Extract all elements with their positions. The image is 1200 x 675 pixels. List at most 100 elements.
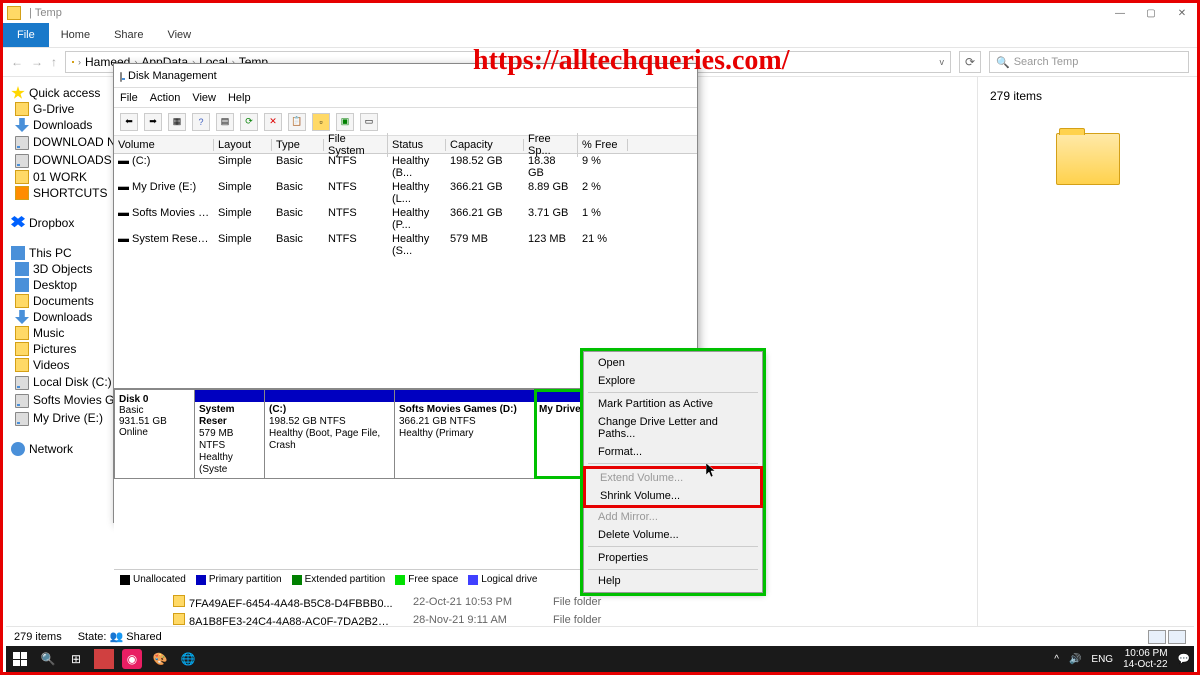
taskbar-app[interactable]: ◉ — [122, 649, 142, 669]
star-icon — [11, 86, 25, 100]
cursor-icon — [706, 463, 718, 479]
file-row[interactable]: 7FA49AEF-6454-4A48-B5C8-D4FBBB0...22-Oct… — [173, 593, 973, 611]
view-tab[interactable]: View — [155, 23, 203, 47]
ctx-delete-volume[interactable]: Delete Volume... — [584, 526, 762, 544]
icons-view-button[interactable] — [1168, 630, 1186, 644]
disk-info[interactable]: Disk 0 Basic 931.51 GB Online — [115, 390, 195, 478]
ctx-mark-active[interactable]: Mark Partition as Active — [584, 395, 762, 413]
ctx-extend-volume[interactable]: Extend Volume... — [586, 469, 760, 487]
window-title: Temp — [35, 7, 62, 19]
music-icon — [15, 326, 29, 340]
tray-chevron-icon[interactable]: ^ — [1054, 654, 1059, 665]
ctx-change-letter[interactable]: Change Drive Letter and Paths... — [584, 413, 762, 443]
share-tab[interactable]: Share — [102, 23, 155, 47]
ctx-explore[interactable]: Explore — [584, 372, 762, 390]
status-state: State: 👥 Shared — [78, 630, 162, 643]
ctx-help[interactable]: Help — [584, 572, 762, 590]
dm-menu-help[interactable]: Help — [228, 92, 251, 104]
dm-menu-view[interactable]: View — [192, 92, 216, 104]
desktop-icon — [15, 278, 29, 292]
pc-icon — [11, 246, 25, 260]
back-button[interactable]: ← — [11, 55, 23, 69]
partition-box[interactable]: (C:)198.52 GB NTFSHealthy (Boot, Page Fi… — [265, 390, 395, 478]
tool-icon[interactable]: ▣ — [336, 113, 354, 131]
partition-box[interactable]: System Reser579 MB NTFSHealthy (Syste — [195, 390, 265, 478]
up-button[interactable]: ↑ — [51, 55, 57, 69]
folder-icon — [7, 6, 21, 20]
explorer-titlebar: | Temp — ▢ ✕ — [3, 3, 1197, 23]
col-volume[interactable]: Volume — [114, 139, 214, 151]
status-items: 279 items — [14, 631, 62, 643]
dm-title: Disk Management — [128, 70, 217, 82]
close-button[interactable]: ✕ — [1167, 4, 1197, 22]
details-view-button[interactable] — [1148, 630, 1166, 644]
watermark: https://alltechqueries.com/ — [473, 45, 790, 77]
tray-clock[interactable]: 10:06 PM14-Oct-22 — [1123, 648, 1167, 670]
col-filesystem[interactable]: File System — [324, 133, 388, 157]
col-percent[interactable]: % Free — [578, 139, 628, 151]
dm-menubar: File Action View Help — [114, 88, 697, 108]
col-free[interactable]: Free Sp... — [524, 133, 578, 157]
volume-row[interactable]: ▬ (C:)SimpleBasicNTFSHealthy (B...198.52… — [114, 154, 697, 180]
forward-button[interactable]: → — [31, 55, 43, 69]
search-icon: 🔍 — [996, 56, 1010, 69]
tool-icon[interactable]: ▦ — [168, 113, 186, 131]
drive-icon — [15, 136, 29, 150]
legend-item: Primary partition — [196, 574, 282, 585]
home-tab[interactable]: Home — [49, 23, 102, 47]
legend-item: Extended partition — [292, 574, 386, 585]
tool-icon[interactable]: 📋 — [288, 113, 306, 131]
search-button[interactable]: 🔍 — [38, 649, 58, 669]
tool-icon[interactable]: ▫ — [312, 113, 330, 131]
ctx-properties[interactable]: Properties — [584, 549, 762, 567]
file-tab[interactable]: File — [3, 23, 49, 47]
legend-item: Logical drive — [468, 574, 537, 585]
search-placeholder: Search Temp — [1014, 56, 1079, 68]
legend-item: Unallocated — [120, 574, 186, 585]
back-icon[interactable]: ⬅ — [120, 113, 138, 131]
ctx-add-mirror[interactable]: Add Mirror... — [584, 508, 762, 526]
volume-row[interactable]: ▬ My Drive (E:)SimpleBasicNTFSHealthy (L… — [114, 180, 697, 206]
partition-box[interactable]: Softs Movies Games (D:)366.21 GB NTFSHea… — [395, 390, 535, 478]
ctx-open[interactable]: Open — [584, 354, 762, 372]
minimize-button[interactable]: — — [1105, 4, 1135, 22]
drive-icon — [15, 154, 29, 168]
ribbon-tabs: File Home Share View — [3, 23, 1197, 47]
drive-icon — [15, 376, 29, 390]
tray-notifications-icon[interactable]: 💬 — [1178, 654, 1190, 665]
dm-menu-action[interactable]: Action — [150, 92, 181, 104]
col-type[interactable]: Type — [272, 139, 324, 151]
forward-icon[interactable]: ➡ — [144, 113, 162, 131]
statusbar: 279 items State: 👥 Shared — [6, 626, 1194, 646]
folder-icon — [15, 186, 29, 200]
pictures-icon — [15, 342, 29, 356]
refresh-button[interactable]: ⟳ — [959, 51, 981, 73]
folder-icon — [72, 61, 74, 63]
dm-menu-file[interactable]: File — [120, 92, 138, 104]
delete-icon[interactable]: ✕ — [264, 113, 282, 131]
ctx-format[interactable]: Format... — [584, 443, 762, 461]
maximize-button[interactable]: ▢ — [1136, 4, 1166, 22]
ctx-shrink-volume[interactable]: Shrink Volume... — [586, 487, 760, 505]
taskbar-app[interactable]: 🌐 — [178, 649, 198, 669]
col-layout[interactable]: Layout — [214, 139, 272, 151]
col-capacity[interactable]: Capacity — [446, 139, 524, 151]
search-input[interactable]: 🔍 Search Temp — [989, 51, 1189, 73]
volume-row[interactable]: ▬ Softs Movies Gam...SimpleBasicNTFSHeal… — [114, 206, 697, 232]
obj-icon — [15, 262, 29, 276]
tool-icon[interactable]: ▭ — [360, 113, 378, 131]
folder-icon — [15, 294, 29, 308]
col-status[interactable]: Status — [388, 139, 446, 151]
tool-icon[interactable]: ? — [192, 113, 210, 131]
start-button[interactable] — [10, 649, 30, 669]
tray-lang[interactable]: ENG — [1091, 654, 1113, 665]
tool-icon[interactable]: ▤ — [216, 113, 234, 131]
volume-row[interactable]: ▬ System ReservedSimpleBasicNTFSHealthy … — [114, 232, 697, 258]
taskbar-app[interactable] — [94, 649, 114, 669]
drive-icon — [15, 394, 29, 408]
tray-sound-icon[interactable]: 🔊 — [1069, 654, 1081, 665]
folder-icon — [15, 102, 29, 116]
taskview-button[interactable]: ⊞ — [66, 649, 86, 669]
refresh-icon[interactable]: ⟳ — [240, 113, 258, 131]
taskbar-app[interactable]: 🎨 — [150, 649, 170, 669]
